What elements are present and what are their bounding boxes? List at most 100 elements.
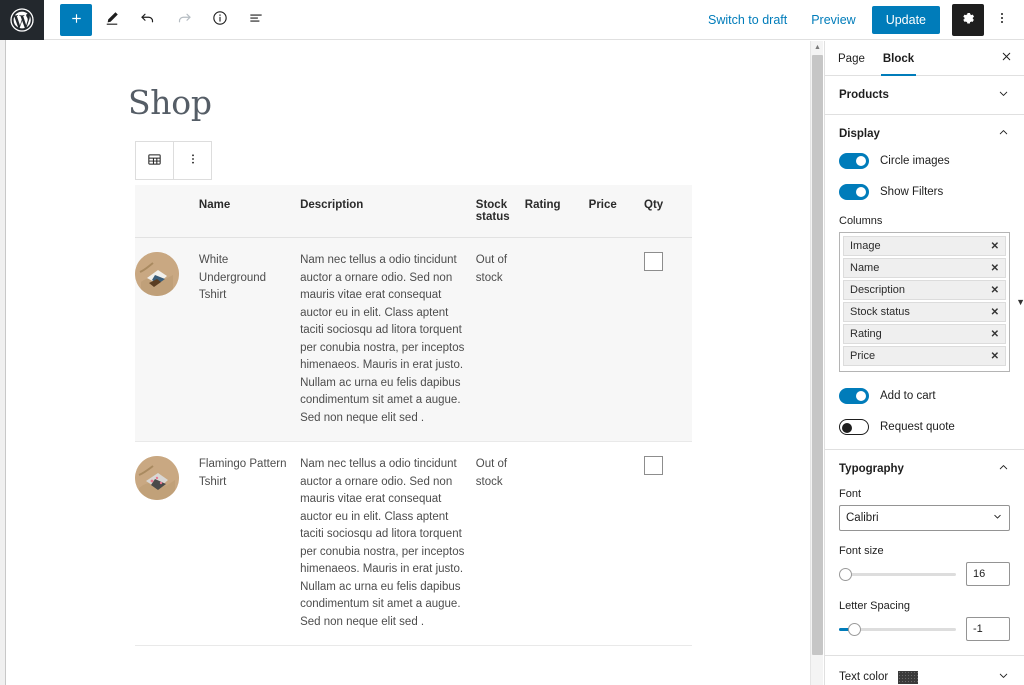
close-x-icon[interactable]: ✕	[991, 351, 999, 362]
font-select[interactable]: Calibri	[839, 505, 1010, 531]
scrollbar-thumb[interactable]	[812, 55, 823, 655]
panel-typography-header[interactable]: Typography	[825, 450, 1024, 488]
close-x-icon[interactable]: ✕	[991, 329, 999, 340]
scroll-up-arrow-icon[interactable]: ▲	[811, 41, 824, 54]
product-stock-status: Out of stock	[475, 237, 525, 442]
circle-images-label: Circle images	[880, 155, 950, 167]
panel-products-title: Products	[839, 89, 889, 101]
sidebar-tab-bar: Page Block	[825, 41, 1024, 76]
add-block-button[interactable]	[60, 3, 92, 36]
table-body: White Underground Tshirt Nam nec tellus …	[135, 237, 692, 646]
page-title[interactable]: Shop	[128, 83, 212, 122]
column-header-description[interactable]: Description	[300, 185, 476, 238]
list-view-button[interactable]	[240, 4, 272, 36]
undo-arrow-icon	[139, 9, 157, 30]
product-image-cell	[135, 237, 199, 442]
info-circle-icon	[211, 9, 229, 30]
letter-spacing-input[interactable]	[966, 617, 1010, 641]
toggle-knob	[842, 423, 852, 433]
panel-display-header[interactable]: Display	[825, 115, 1024, 153]
table-block-icon	[146, 151, 163, 171]
close-x-icon[interactable]: ✕	[991, 241, 999, 252]
text-color-row[interactable]: Text color	[825, 656, 1024, 685]
product-rating	[524, 237, 589, 442]
column-header-image[interactable]	[135, 185, 199, 238]
product-price	[588, 441, 645, 646]
font-label: Font	[839, 488, 862, 500]
product-thumbnail-tshirt[interactable]	[135, 252, 179, 296]
text-color-swatch[interactable]	[898, 670, 919, 684]
close-x-icon	[1000, 50, 1013, 66]
table-block-button[interactable]	[136, 142, 173, 179]
block-options-button[interactable]	[174, 142, 211, 179]
close-x-icon[interactable]: ✕	[991, 285, 999, 296]
request-quote-toggle[interactable]	[839, 419, 869, 435]
column-header-qty[interactable]: Qty	[644, 185, 692, 238]
add-to-cart-toggle-label: Add to cart	[880, 390, 936, 402]
column-item-description[interactable]: Description ✕	[843, 280, 1006, 300]
tab-page[interactable]: Page	[829, 41, 874, 76]
column-item-price[interactable]: Price ✕	[843, 346, 1006, 366]
close-sidebar-button[interactable]	[992, 44, 1020, 72]
editor-canvas: Shop Name Description Stock status Ratin…	[7, 41, 810, 685]
chevron-up-icon	[997, 461, 1010, 477]
column-item-name[interactable]: Name ✕	[843, 258, 1006, 278]
product-name: White Underground Tshirt	[198, 237, 301, 442]
letter-spacing-slider[interactable]	[839, 622, 956, 636]
preview-button[interactable]: Preview	[801, 7, 865, 33]
close-x-icon[interactable]: ✕	[991, 307, 999, 318]
canvas-scrollbar[interactable]: ▲	[810, 41, 823, 685]
qty-checkbox[interactable]	[644, 456, 664, 475]
show-filters-toggle[interactable]	[839, 184, 869, 200]
show-filters-label: Show Filters	[880, 186, 944, 198]
font-size-label: Font size	[839, 545, 884, 557]
column-item-rating[interactable]: Rating ✕	[843, 324, 1006, 344]
redo-button[interactable]	[168, 4, 200, 36]
add-to-cart-toggle[interactable]	[839, 388, 869, 404]
settings-button[interactable]	[952, 3, 984, 36]
update-button[interactable]: Update	[871, 5, 940, 34]
column-item-label: Stock status	[850, 306, 910, 318]
column-header-price[interactable]: Price	[588, 185, 645, 238]
edit-tool-button[interactable]	[96, 4, 128, 36]
column-item-label: Price	[850, 350, 876, 362]
switch-to-draft-button[interactable]: Switch to draft	[698, 7, 797, 33]
product-qty-cell	[644, 441, 692, 646]
close-x-icon[interactable]: ✕	[991, 263, 999, 274]
column-header-name[interactable]: Name	[198, 185, 301, 238]
panel-display-title: Display	[839, 128, 880, 140]
more-options-button[interactable]	[988, 4, 1016, 36]
chevron-down-icon[interactable]	[997, 669, 1010, 685]
column-item-label: Description	[850, 284, 906, 296]
column-header-stock-status[interactable]: Stock status	[475, 185, 525, 238]
pencil-icon	[103, 9, 121, 30]
table-head: Name Description Stock status Rating Pri…	[135, 185, 692, 238]
qty-checkbox[interactable]	[644, 252, 664, 271]
block-toolbar	[135, 141, 212, 180]
panel-typography-body: Font Calibri Font size Letter Spacing	[825, 488, 1024, 655]
undo-button[interactable]	[132, 4, 164, 36]
wordpress-logo-button[interactable]	[0, 0, 44, 40]
vertical-dots-icon	[994, 10, 1010, 29]
product-rating	[524, 441, 589, 646]
panel-typography-title: Typography	[839, 463, 904, 475]
column-item-label: Name	[850, 262, 880, 274]
column-header-rating[interactable]: Rating	[524, 185, 589, 238]
tab-block[interactable]: Block	[874, 41, 923, 76]
columns-label: Columns	[839, 215, 883, 227]
panel-typography: Typography Font Calibri Font size Letter…	[825, 450, 1024, 656]
panel-products-header[interactable]: Products	[825, 76, 1024, 114]
scroll-down-icon[interactable]: ▼	[1016, 297, 1024, 307]
font-size-slider[interactable]	[839, 567, 956, 581]
slider-knob[interactable]	[839, 567, 852, 581]
circle-images-toggle[interactable]	[839, 153, 869, 169]
column-item-image[interactable]: Image ✕	[843, 236, 1006, 256]
column-item-stock-status[interactable]: Stock status ✕	[843, 302, 1006, 322]
document-info-button[interactable]	[204, 4, 236, 36]
product-thumbnail-flamingo[interactable]	[135, 456, 179, 500]
settings-sidebar: Page Block Products Display Circle image…	[824, 41, 1024, 685]
list-view-icon	[247, 9, 265, 30]
font-size-input[interactable]	[966, 562, 1010, 586]
top-bar-left-tools	[44, 3, 272, 36]
slider-knob[interactable]	[848, 622, 861, 636]
